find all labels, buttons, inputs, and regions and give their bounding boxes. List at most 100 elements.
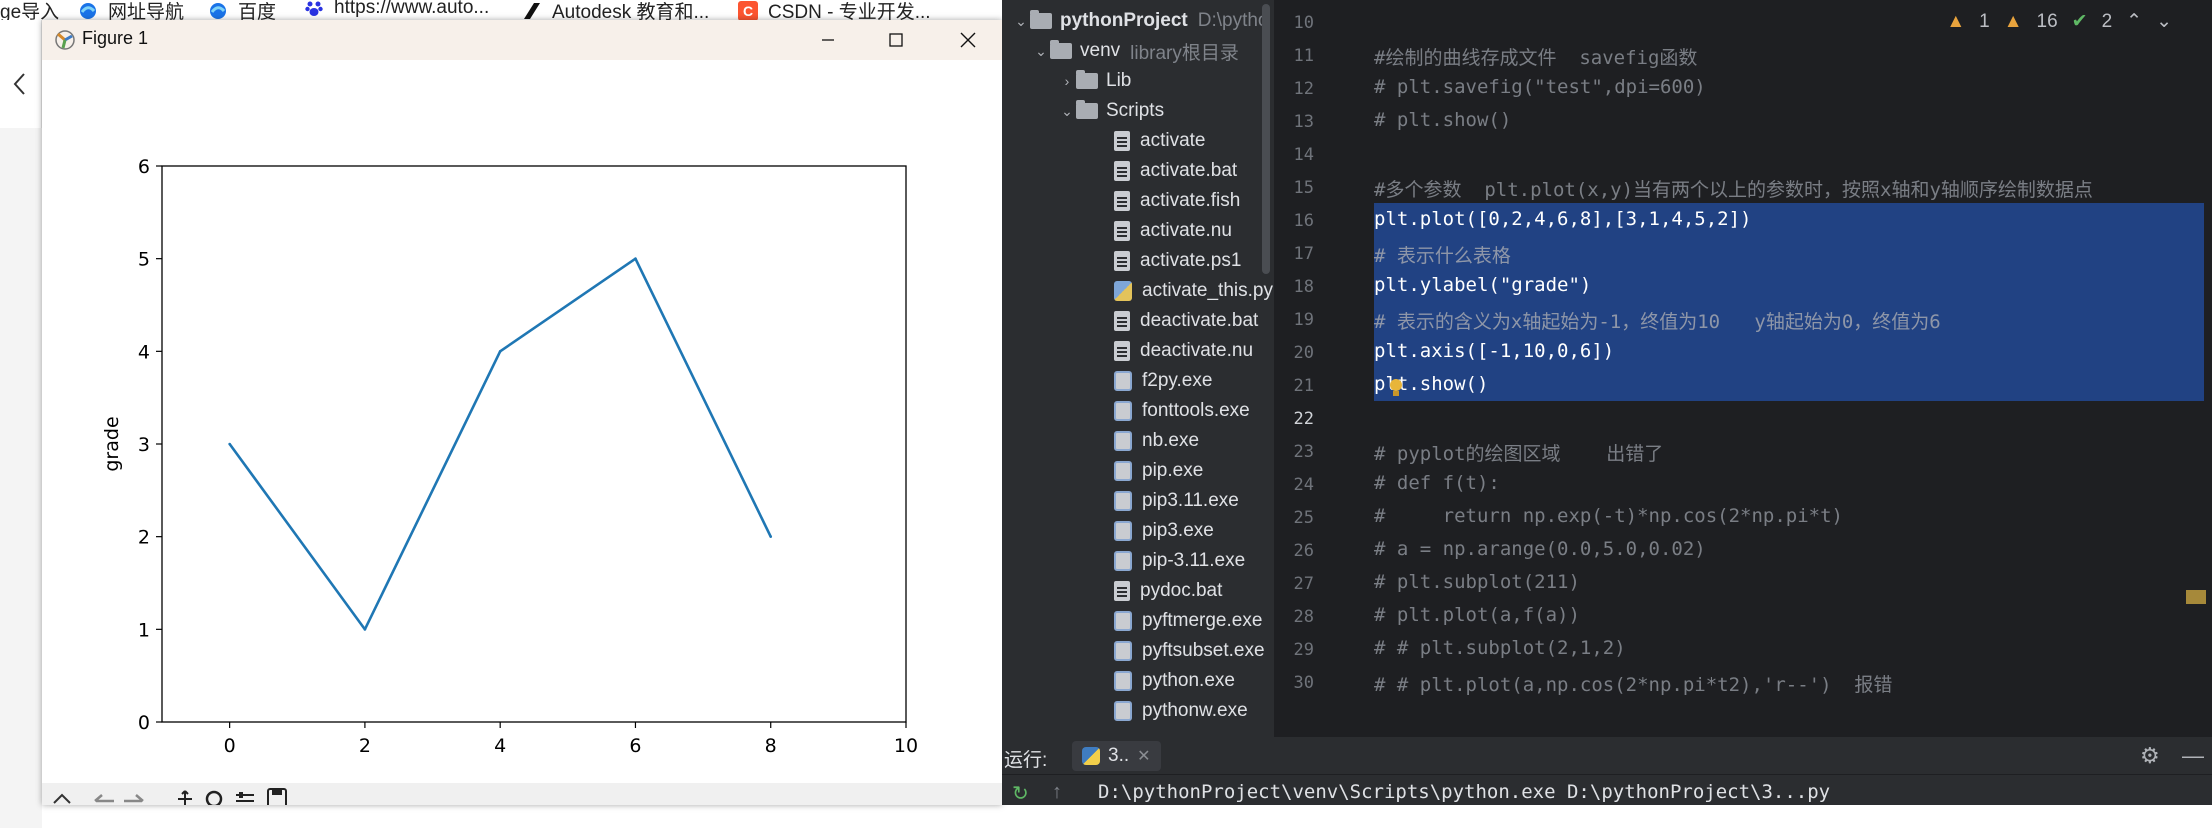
bookmark-autodesk[interactable]: Autodesk 教育和... [522,0,709,20]
line-number-gutter: 10 11 12 13 14 15 16 17 18 19 20 21 22 23 24 25 26 27 28 29… [1274,0,1360,737]
configure-subplots-icon[interactable] [234,789,256,805]
folder-icon [1030,10,1052,29]
close-icon[interactable]: ✕ [1137,746,1150,766]
tree-file-item[interactable]: activate_this.py [1114,276,1273,306]
home-icon[interactable] [52,791,72,805]
zoom-icon[interactable] [204,789,226,808]
tree-file-item[interactable]: pip3.exe [1114,516,1214,546]
code-line: # plt.plot(a,f(a)) [1374,604,1580,626]
code-line: # a = np.arange(0.0,5.0,0.02) [1374,538,1706,560]
run-tab[interactable]: 3.. ✕ [1072,741,1161,771]
line-number: 15 [1293,178,1314,198]
tree-file-label: pip-3.11.exe [1142,550,1246,571]
tree-folder-venv[interactable]: ⌄ venv library根目录 [1032,36,1239,66]
chevron-down-icon: ⌄ [1015,12,1027,29]
tree-file-item[interactable]: activate.fish [1114,186,1240,216]
tree-file-item[interactable]: f2py.exe [1114,366,1212,396]
data-point [634,257,637,260]
tree-file-item[interactable]: pythonw.exe [1114,696,1248,726]
code-line: # pyplot的绘图区域 出错了 [1374,443,1664,465]
line-number: 21 [1293,376,1314,396]
executable-file-icon [1114,521,1132,541]
tree-file-item[interactable]: pip.exe [1114,456,1203,486]
x-tick-label: 0 [224,735,236,757]
tree-file-item[interactable]: deactivate.bat [1114,306,1258,336]
line-number: 14 [1293,145,1314,165]
bookmark-csdn[interactable]: C CSDN - 专业开发... [738,0,931,20]
tree-scrollbar[interactable] [1262,4,1270,274]
chevron-down-icon: ⌄ [1035,42,1047,59]
tree-file-item[interactable]: python.exe [1114,666,1235,696]
pan-icon[interactable] [174,789,196,805]
close-button[interactable] [934,20,1002,60]
project-tree-panel: ⌄ pythonProject D:\pytho ⌄ venv library根… [1002,0,1274,737]
line-number: 18 [1293,277,1314,297]
forward-arrow-icon[interactable] [122,791,148,805]
tree-file-item[interactable]: activate.nu [1114,216,1232,246]
tree-file-item[interactable]: activate.bat [1114,156,1237,186]
tree-file-item[interactable]: deactivate.nu [1114,336,1253,366]
code-line: plt.axis([-1,10,0,6]) [1374,340,1615,362]
code-line: #绘制的曲线存成文件 savefig函数 [1374,47,1698,69]
back-arrow-icon[interactable] [90,791,116,805]
tree-file-item[interactable]: pip-3.11.exe [1114,546,1245,576]
tree-file-item[interactable]: fonttools.exe [1114,396,1250,426]
chevron-up-icon[interactable]: ⌃ [2126,10,2142,33]
rerun-icon[interactable]: ↻ [1012,781,1029,806]
lightbulb-icon[interactable] [1388,378,1404,398]
tree-file-label: activate.ps1 [1140,250,1242,271]
line-number: 13 [1293,112,1314,132]
tree-folder-scripts[interactable]: ⌄ Scripts [1058,96,1164,126]
bookmark-import[interactable]: ge导入 [0,0,59,20]
plot-canvas[interactable]: 0 2 4 6 8 10 0 1 2 3 4 5 6 grade [42,60,1002,783]
code-line: # # plt.subplot(2,1,2) [1374,637,1626,659]
tree-root-label: pythonProject [1060,10,1188,31]
tree-file-label: f2py.exe [1142,370,1213,391]
gear-icon[interactable]: ⚙ [2140,743,2160,769]
executable-file-icon [1114,461,1132,481]
editor-scroll-marker[interactable] [2186,590,2206,604]
bookmark-nav[interactable]: 网址导航 [78,0,184,20]
run-output-text: D:\pythonProject\venv\Scripts\python.exe… [1098,781,1831,803]
minimize-button[interactable] [794,20,862,60]
chevron-down-icon[interactable]: ⌄ [2156,10,2172,33]
code-editor[interactable]: 10 11 12 13 14 15 16 17 18 19 20 21 22 23 24 25 26 27 28 29… [1274,0,2212,737]
text-file-icon [1114,341,1130,361]
y-axis-label: grade [101,416,123,471]
tree-file-item[interactable]: pip3.11.exe [1114,486,1239,516]
tree-file-item[interactable]: pydoc.bat [1114,576,1222,606]
text-selection [1374,203,2204,401]
tree-file-item[interactable]: activate.ps1 [1114,246,1241,276]
x-tick-label: 10 [894,735,918,757]
data-point [769,535,773,538]
figure-titlebar[interactable]: Figure 1 [42,20,1002,60]
minimize-panel-icon[interactable]: — [2182,743,2204,769]
y-tick-label: 3 [138,434,150,456]
maximize-button[interactable] [862,20,930,60]
tree-root-project[interactable]: ⌄ pythonProject D:\pytho [1012,6,1269,36]
figure-title: Figure 1 [82,28,149,48]
weak-warning-icon: ▲ [2003,10,2023,32]
bookmark-auto[interactable]: https://www.auto... [304,0,489,19]
tree-file-item[interactable]: pyftmerge.exe [1114,606,1262,636]
y-tick-label: 4 [138,341,150,363]
inspection-widget[interactable]: ▲ 1 ▲ 16 ✔ 2 ⌃ ⌄ [1946,10,2172,33]
save-icon[interactable] [266,787,288,808]
chevron-right-icon: › [1064,73,1070,89]
back-chevron-icon[interactable] [8,68,32,100]
tree-folder-lib[interactable]: › Lib [1058,66,1131,96]
scroll-up-icon[interactable]: ↑ [1052,781,1062,804]
code-line: # def f(t): [1374,472,1500,494]
tree-file-item[interactable]: activate [1114,126,1205,156]
y-tick-label: 2 [138,527,150,549]
bookmark-baidu[interactable]: 百度 [208,0,276,20]
tree-file-item[interactable]: pyftsubset.exe [1114,636,1265,666]
run-panel: 运行: 3.. ✕ ⚙ — ↻ ↑ D:\pythonProject\venv\… [1002,737,2212,805]
tree-file-label: pythonw.exe [1142,700,1248,721]
line-number: 29 [1293,640,1314,660]
executable-file-icon [1114,491,1132,511]
text-file-icon [1114,251,1130,271]
tree-file-item[interactable]: nb.exe [1114,426,1199,456]
folder-icon [1050,40,1072,59]
bookmark-label: CSDN - 专业开发... [768,2,931,20]
